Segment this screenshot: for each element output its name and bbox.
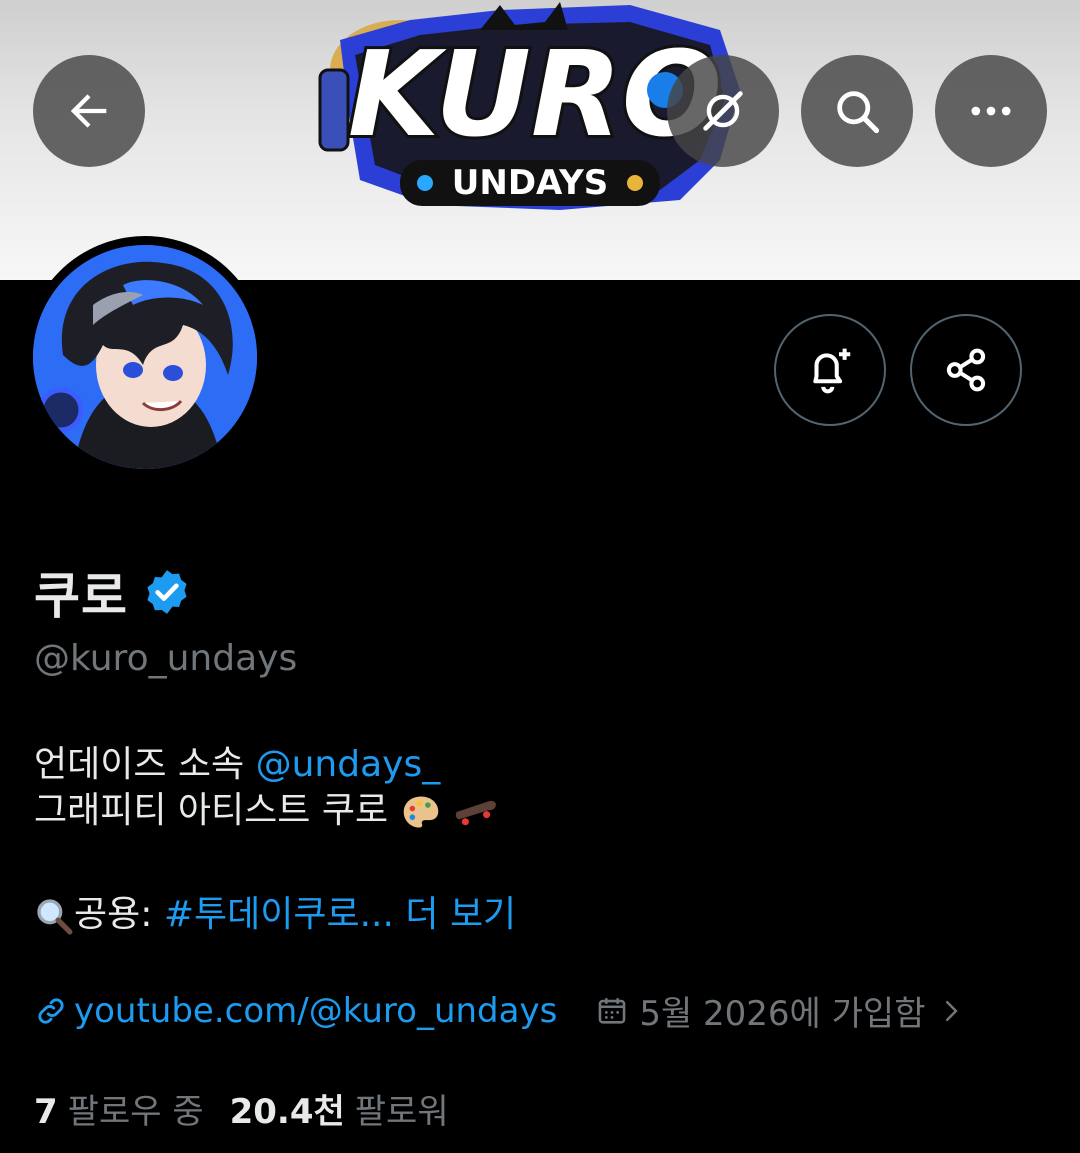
- website-text: youtube.com/@kuro_undays: [74, 990, 558, 1031]
- grok-icon: [703, 91, 743, 131]
- mention-link[interactable]: @undays_: [256, 744, 441, 785]
- follow-stats: 7 팔로우 중 20.4천 팔로워: [34, 1084, 449, 1133]
- calendar-icon: [598, 997, 626, 1024]
- arrow-left-icon: [70, 94, 107, 128]
- bell-plus-icon: [813, 348, 851, 394]
- avatar[interactable]: [24, 236, 266, 478]
- chevron-right-icon: [945, 1000, 957, 1021]
- avatar-image: [33, 245, 257, 469]
- link-icon: [38, 997, 64, 1024]
- back-button[interactable]: [33, 55, 145, 167]
- more-icon: [971, 106, 1011, 116]
- following-stat[interactable]: 7 팔로우 중: [34, 1084, 204, 1133]
- verified-badge-icon[interactable]: [142, 567, 192, 617]
- join-date[interactable]: 5월 2026에 가입함: [595, 986, 965, 1035]
- username-handle: @kuro_undays: [34, 638, 298, 679]
- followers-label: 팔로워: [354, 1092, 449, 1132]
- grok-button[interactable]: [667, 55, 779, 167]
- palette-emoji-icon: [403, 796, 438, 828]
- search-icon: [837, 91, 880, 134]
- followers-stat[interactable]: 20.4천 팔로워: [230, 1084, 449, 1133]
- bio-more-link[interactable]: 더 보기: [405, 894, 516, 935]
- share-button[interactable]: [910, 314, 1022, 426]
- bio-public-label: 공용:: [74, 894, 164, 935]
- profile-bio: 언데이즈 소속 @undays_ 그래피티 아티스트 쿠로 공용: #투데이쿠로…: [34, 742, 516, 938]
- more-button[interactable]: [935, 55, 1047, 167]
- website-link[interactable]: youtube.com/@kuro_undays: [34, 991, 557, 1031]
- bio-description: 그래피티 아티스트 쿠로: [34, 790, 389, 831]
- profile-screen: KURO UNDAYS 쿠로 @kuro_undays 언데이즈 소속 @und…: [0, 0, 1080, 1153]
- following-count: 7: [34, 1092, 58, 1132]
- search-button[interactable]: [801, 55, 913, 167]
- followers-count: 20.4천: [229, 1092, 345, 1132]
- bio-affiliation: 언데이즈 소속: [34, 744, 256, 785]
- join-date-text: 5월 2026에 가입함: [639, 994, 926, 1034]
- profile-meta: youtube.com/@kuro_undays 5월 2026에 가입함: [34, 986, 966, 1035]
- magnifier-emoji-icon: [37, 899, 73, 935]
- name-row: 쿠로: [34, 556, 192, 628]
- share-icon: [946, 348, 986, 392]
- display-name: 쿠로: [34, 567, 128, 625]
- notify-button[interactable]: [774, 314, 886, 426]
- following-label: 팔로우 중: [67, 1092, 204, 1132]
- hashtag-link[interactable]: #투데이쿠로...: [164, 894, 394, 935]
- skateboard-emoji-icon: [455, 800, 496, 826]
- logo-subtitle: UNDAYS: [452, 163, 608, 203]
